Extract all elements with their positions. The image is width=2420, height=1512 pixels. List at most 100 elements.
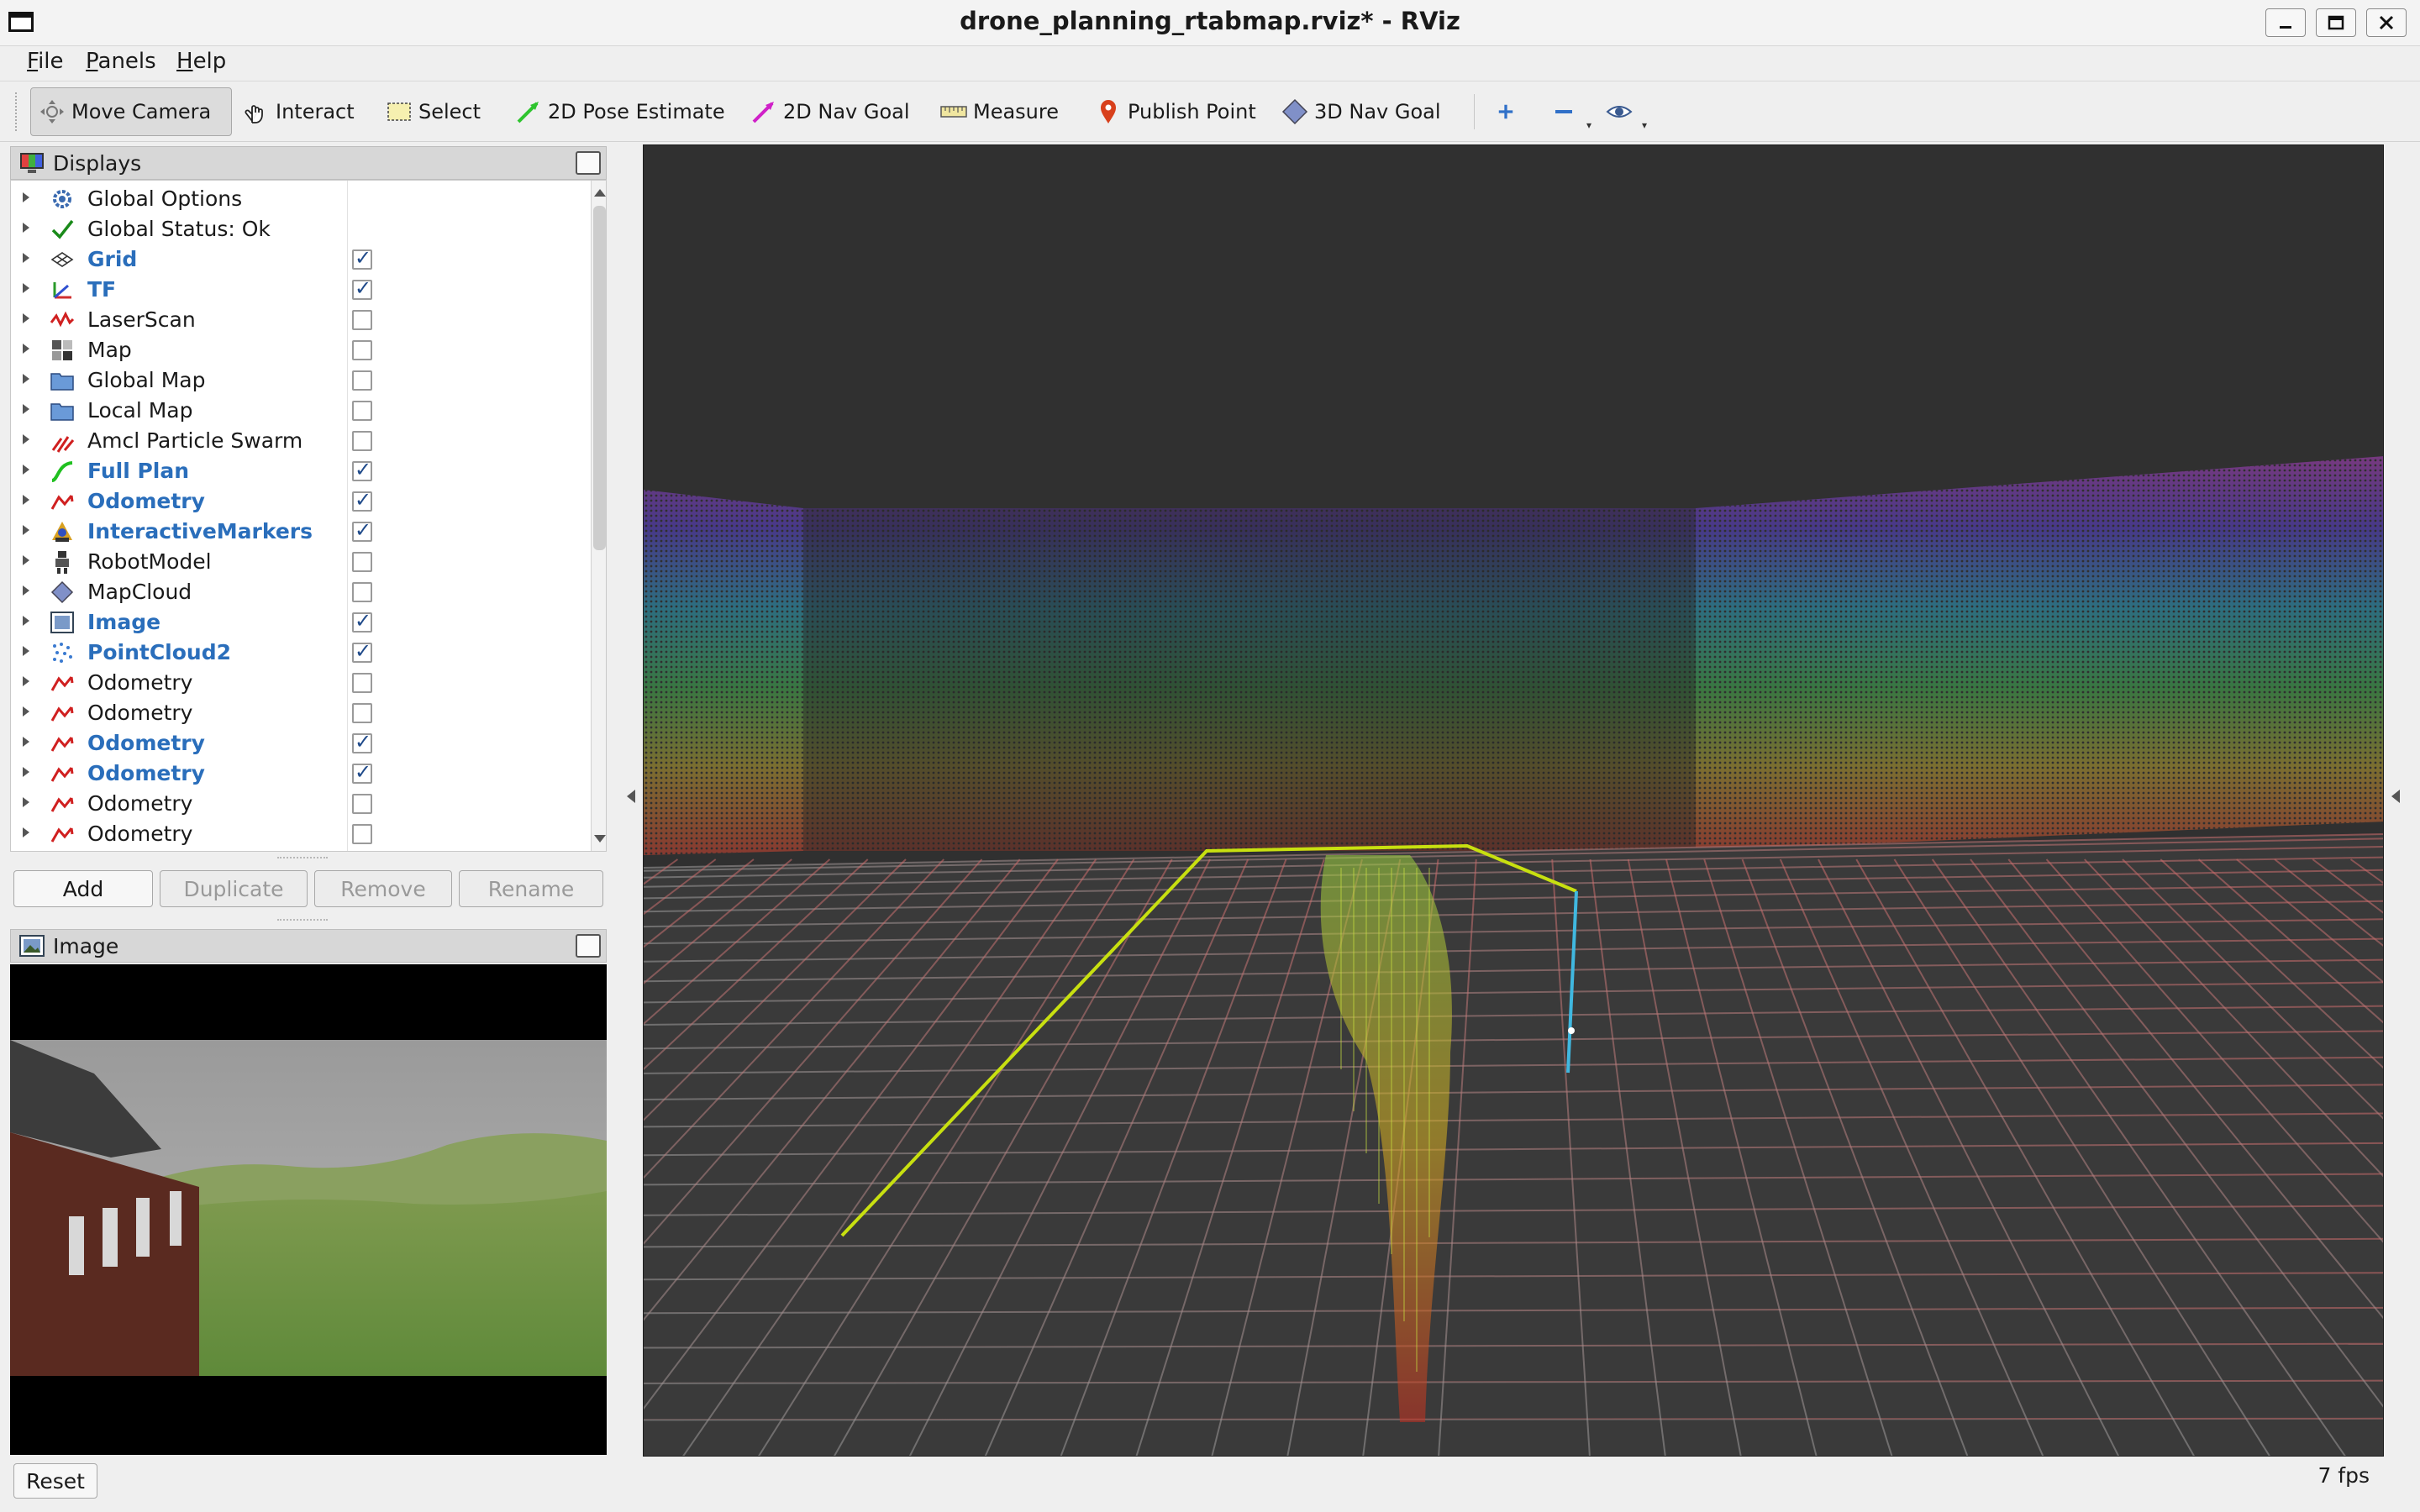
- add-tool-button[interactable]: [1487, 87, 1529, 136]
- expand-arrow-icon[interactable]: [23, 827, 29, 837]
- minimize-button[interactable]: [2265, 8, 2306, 37]
- toolbar-grip[interactable]: [15, 92, 22, 131]
- display-enable-checkbox[interactable]: [352, 518, 372, 542]
- display-item-image[interactable]: Image: [11, 607, 582, 638]
- rename-display-button[interactable]: Rename: [459, 870, 603, 907]
- interact-tool[interactable]: Interact: [235, 87, 361, 136]
- expand-arrow-icon[interactable]: [23, 465, 29, 475]
- displays-undock-button[interactable]: [576, 151, 601, 175]
- display-enable-checkbox[interactable]: [352, 458, 372, 481]
- collapse-left-handle[interactable]: [627, 790, 635, 803]
- publish-point-tool[interactable]: Publish Point: [1087, 87, 1263, 136]
- display-item-laserscan[interactable]: LaserScan: [11, 305, 582, 335]
- display-enable-checkbox[interactable]: [352, 488, 372, 512]
- display-item-global-status-ok[interactable]: Global Status: Ok: [11, 214, 582, 244]
- display-enable-checkbox[interactable]: [352, 401, 372, 421]
- expand-arrow-icon[interactable]: [23, 706, 29, 717]
- map-icon: [52, 340, 72, 360]
- menu-file[interactable]: File: [24, 49, 67, 74]
- display-item-odometry[interactable]: Odometry: [11, 789, 582, 819]
- display-item-global-map[interactable]: Global Map: [11, 365, 582, 396]
- remove-display-button[interactable]: Remove: [314, 870, 452, 907]
- expand-arrow-icon[interactable]: [23, 616, 29, 626]
- render-3d-view[interactable]: [643, 144, 2384, 1457]
- display-item-tf[interactable]: TF: [11, 275, 582, 305]
- display-item-pointcloud2[interactable]: PointCloud2: [11, 638, 582, 668]
- scroll-thumb[interactable]: [593, 206, 606, 550]
- expand-arrow-icon[interactable]: [23, 585, 29, 596]
- display-item-odometry[interactable]: Odometry: [11, 698, 582, 728]
- expand-arrow-icon[interactable]: [23, 676, 29, 686]
- views-menu-button[interactable]: ▾: [1598, 87, 1647, 136]
- expand-arrow-icon[interactable]: [23, 223, 29, 233]
- menu-panels[interactable]: Panels: [82, 49, 160, 74]
- scroll-down-arrow[interactable]: [594, 835, 606, 843]
- display-enable-checkbox[interactable]: [352, 431, 372, 451]
- expand-arrow-icon[interactable]: [23, 283, 29, 293]
- display-enable-checkbox[interactable]: [352, 794, 372, 814]
- expand-arrow-icon[interactable]: [23, 192, 29, 202]
- scroll-up-arrow[interactable]: [594, 189, 606, 197]
- display-enable-checkbox[interactable]: [352, 824, 372, 844]
- display-enable-checkbox[interactable]: [352, 370, 372, 391]
- display-enable-checkbox[interactable]: [352, 639, 372, 663]
- add-display-button[interactable]: Add: [13, 870, 153, 907]
- select-tool[interactable]: Select: [378, 87, 487, 136]
- expand-arrow-icon[interactable]: [23, 646, 29, 656]
- display-item-odometry[interactable]: Odometry: [11, 668, 582, 698]
- display-enable-checkbox[interactable]: [352, 310, 372, 330]
- image-panel-undock-button[interactable]: [576, 934, 601, 958]
- display-enable-checkbox[interactable]: [352, 760, 372, 784]
- expand-arrow-icon[interactable]: [23, 797, 29, 807]
- expand-arrow-icon[interactable]: [23, 737, 29, 747]
- display-item-map[interactable]: Map: [11, 335, 582, 365]
- expand-arrow-icon[interactable]: [23, 404, 29, 414]
- display-enable-checkbox[interactable]: [352, 609, 372, 633]
- display-item-odometry[interactable]: Odometry: [11, 486, 582, 517]
- splitter-handle[interactable]: [277, 919, 328, 924]
- display-item-local-map[interactable]: Local Map: [11, 396, 582, 426]
- display-enable-checkbox[interactable]: [352, 582, 372, 602]
- nav-goal-tool[interactable]: 2D Nav Goal: [743, 87, 917, 136]
- menu-help[interactable]: Help: [173, 49, 229, 74]
- expand-arrow-icon[interactable]: [23, 313, 29, 323]
- remove-tool-button[interactable]: ▾: [1543, 87, 1591, 136]
- display-item-odometry[interactable]: Odometry: [11, 728, 582, 759]
- display-item-grid[interactable]: Grid: [11, 244, 582, 275]
- display-item-full-plan[interactable]: Full Plan: [11, 456, 582, 486]
- displays-scrollbar[interactable]: [591, 181, 606, 851]
- expand-arrow-icon[interactable]: [23, 344, 29, 354]
- display-item-odometry[interactable]: Odometry: [11, 819, 582, 849]
- expand-arrow-icon[interactable]: [23, 374, 29, 384]
- display-item-interactivemarkers[interactable]: InteractiveMarkers: [11, 517, 582, 547]
- display-item-mapcloud[interactable]: MapCloud: [11, 577, 582, 607]
- expand-arrow-icon[interactable]: [23, 525, 29, 535]
- measure-tool[interactable]: Measure: [933, 87, 1065, 136]
- duplicate-display-button[interactable]: Duplicate: [160, 870, 308, 907]
- display-enable-checkbox[interactable]: [352, 340, 372, 360]
- expand-arrow-icon[interactable]: [23, 434, 29, 444]
- nav-goal-3d-tool[interactable]: 3D Nav Goal: [1274, 87, 1448, 136]
- expand-arrow-icon[interactable]: [23, 495, 29, 505]
- expand-arrow-icon[interactable]: [23, 253, 29, 263]
- expand-arrow-icon[interactable]: [23, 555, 29, 565]
- display-item-amcl-particle-swarm[interactable]: Amcl Particle Swarm: [11, 426, 582, 456]
- displays-tree[interactable]: Global Options Global Status: Ok Grid TF Las…: [10, 180, 607, 852]
- maximize-button[interactable]: [2316, 8, 2356, 37]
- display-item-odometry[interactable]: Odometry: [11, 759, 582, 789]
- splitter-handle[interactable]: [277, 857, 328, 862]
- display-enable-checkbox[interactable]: [352, 246, 372, 270]
- display-enable-checkbox[interactable]: [352, 730, 372, 753]
- move-camera-tool[interactable]: Move Camera: [30, 87, 232, 136]
- reset-button[interactable]: Reset: [13, 1463, 97, 1499]
- display-enable-checkbox[interactable]: [352, 552, 372, 572]
- display-enable-checkbox[interactable]: [352, 276, 372, 300]
- display-item-global-options[interactable]: Global Options: [11, 184, 582, 214]
- collapse-right-handle[interactable]: [2391, 790, 2400, 803]
- display-item-robotmodel[interactable]: RobotModel: [11, 547, 582, 577]
- pose-estimate-tool[interactable]: 2D Pose Estimate: [508, 87, 732, 136]
- display-enable-checkbox[interactable]: [352, 703, 372, 723]
- expand-arrow-icon[interactable]: [23, 767, 29, 777]
- display-enable-checkbox[interactable]: [352, 673, 372, 693]
- close-button[interactable]: [2366, 8, 2407, 37]
